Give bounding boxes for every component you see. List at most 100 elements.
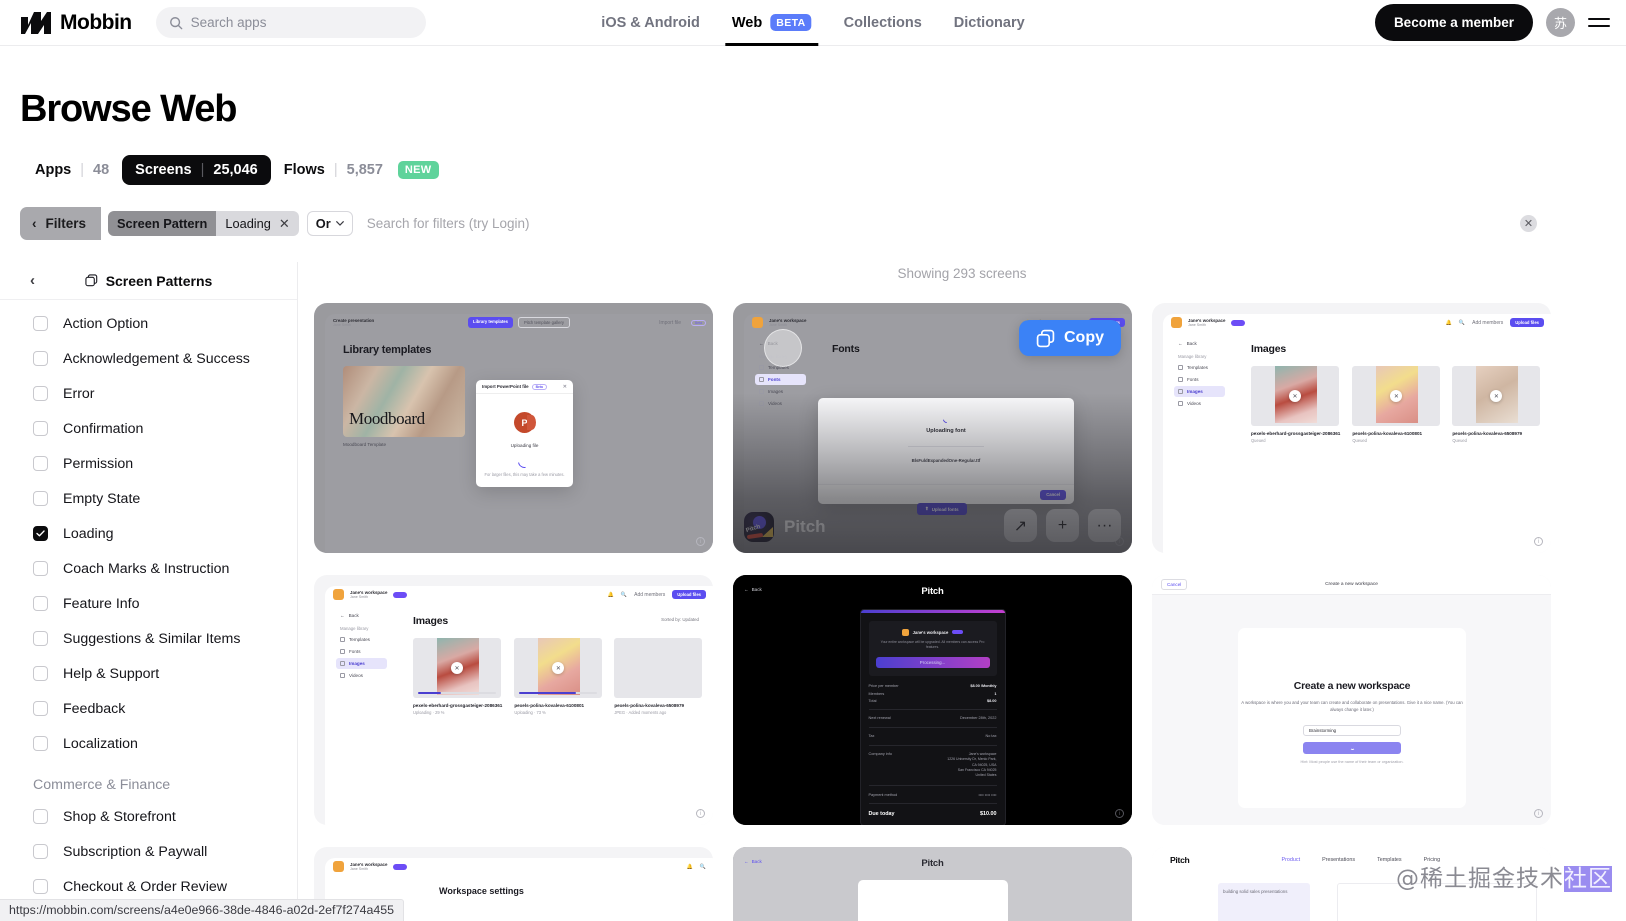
checkbox-icon[interactable] [33,491,48,506]
payment-row: Payment method •••• •••• •••• [869,791,997,798]
sidebar-item-error[interactable]: Error [0,376,297,411]
filter-chip-value[interactable]: Loading ✕ [216,211,299,236]
new-badge: NEW [397,161,439,179]
screen-card-create-workspace[interactable]: Cancel Create a new workspace Create a n… [1152,575,1551,825]
sidebar-item-label: Checkout & Order Review [63,878,228,895]
sidebar-item-loading[interactable]: Loading [0,516,297,551]
pitch-logo: Pitch [1170,855,1190,865]
nav-fonts: Fonts [336,646,387,657]
become-a-member-button[interactable]: Become a member [1374,4,1533,41]
copy-button[interactable]: Copy [1019,320,1121,356]
sidebar-item-localization[interactable]: Localization [0,726,297,761]
user-avatar[interactable]: 苏 [1546,8,1575,37]
info-icon[interactable]: i [696,537,705,546]
sidebar-item-subscription-paywall[interactable]: Subscription & Paywall [0,834,297,869]
remove-filter-icon[interactable]: ✕ [279,216,290,232]
nav-images: Images [1174,386,1225,397]
screen-card-pitch-modal[interactable]: ← Back Pitch [733,847,1132,921]
checkbox-icon[interactable] [33,736,48,751]
checkbox-icon[interactable] [33,701,48,716]
stat-tab-screens[interactable]: Screens | 25,046 [122,155,271,185]
stat-value: 5,857 [346,162,383,178]
clear-filters-icon[interactable]: ✕ [1520,215,1537,232]
row-value: •••• •••• •••• [978,792,997,797]
checkbox-icon[interactable] [33,844,48,859]
filters-toggle-button[interactable]: ‹ Filters [20,207,102,240]
screen-card-fonts-uploading[interactable]: Jane's workspace Jane Smith 🔔 🔍 Add memb… [733,303,1132,553]
screen-card-images-queued[interactable]: Jane's workspace Jane Smith 🔔 🔍 Add memb… [1152,303,1551,553]
sidebar-item-feature-info[interactable]: Feature Info [0,586,297,621]
mock-title: Pitch [921,858,944,869]
stat-tab-flows[interactable]: Flows | 5,857 NEW [271,154,452,186]
checkbox-checked-icon[interactable] [33,526,48,541]
sidebar-item-coach-marks-instruction[interactable]: Coach Marks & Instruction [0,551,297,586]
sidebar-item-help-support[interactable]: Help & Support [0,656,297,691]
mock-topbar: Jane's workspace Jane Smith 🔔 🔍 Add memb… [325,586,713,603]
checkbox-icon[interactable] [33,421,48,436]
divider [868,709,997,710]
sidebar-item-confirmation[interactable]: Confirmation [0,411,297,446]
checkbox-icon[interactable] [33,386,48,401]
plan-pill [393,863,408,870]
info-icon[interactable]: i [1534,537,1543,546]
checkbox-icon[interactable] [33,316,48,331]
upload-button: Upload files [1510,318,1544,327]
nav-label: Web [731,14,763,31]
filter-operator-select[interactable]: Or [306,211,353,236]
stat-tab-apps[interactable]: Apps | 48 [22,155,122,185]
sidebar-group-commerce-finance: Commerce & Finance [33,777,171,793]
workspace-upgrade-panel: Jane's workspace Your entire workspace w… [868,620,997,676]
checkbox-icon[interactable] [33,351,48,366]
sidebar-item-shop-storefront[interactable]: Shop & Storefront [0,799,297,834]
sidebar-item-feedback[interactable]: Feedback [0,691,297,726]
sidebar-item-acknowledgement-success[interactable]: Acknowledgement & Success [0,341,297,376]
loading-spinner-icon [1349,745,1355,751]
search-apps-input[interactable]: Search apps [155,7,426,38]
sidebar-back-icon[interactable]: ‹ [30,272,35,289]
menu-hamburger-icon[interactable] [1588,18,1610,27]
chevron-left-icon: ‹ [32,216,37,231]
watermark: @稀土掘金技术社区 [1396,859,1612,893]
nav-link-ios-android[interactable]: iOS & Android [585,0,716,46]
nav-link-collections[interactable]: Collections [828,0,938,46]
checkbox-icon[interactable] [33,809,48,824]
nav-link-web[interactable]: Web BETA [716,0,828,46]
sidebar-item-label: Shop & Storefront [63,808,176,825]
sidebar-item-action-option[interactable]: Action Option [0,306,297,341]
screen-card-images-uploading[interactable]: Jane's workspace Jane Smith 🔔 🔍 Add memb… [314,575,713,825]
sidebar-item-suggestions-similar-items[interactable]: Suggestions & Similar Items [0,621,297,656]
info-icon[interactable]: i [1534,809,1543,818]
info-icon[interactable]: i [696,809,705,818]
upload-progress-bar [519,691,598,694]
image-status: Uploading · 73 % [514,710,546,715]
checkbox-icon[interactable] [33,561,48,576]
checkbox-icon[interactable] [33,666,48,681]
sidebar-item-label: Help & Support [63,665,160,682]
nav-label: iOS & Android [601,14,700,31]
sidebar-item-label: Loading [63,525,114,542]
checkbox-icon[interactable] [33,879,48,894]
image-status: Queued [1352,438,1367,443]
nav-link-dictionary[interactable]: Dictionary [938,0,1041,46]
screenshot-preview: Create presentation Jane Smith Library t… [325,314,713,553]
image-caption: pexels-polina-kovaleva-6508979 [614,703,685,708]
screen-card-library-templates[interactable]: Create presentation Jane Smith Library t… [314,303,713,553]
checkbox-icon[interactable] [33,631,48,646]
checkbox-icon[interactable] [33,596,48,611]
nav-fonts: Fonts [1174,374,1225,385]
checkbox-icon[interactable] [33,456,48,471]
filter-search-input[interactable] [352,207,1520,240]
nav-presentations: Presentations [1322,857,1356,863]
screen-card-pitch-billing[interactable]: ← Back Pitch Jane's workspace Your entir… [733,575,1132,825]
sidebar-item-empty-state[interactable]: Empty State [0,481,297,516]
screenshot-preview: Jane's workspace Jane Smith 🔔 🔍 Add memb… [325,586,713,825]
modal-header: Import PowerPoint file Beta ✕ [476,380,573,394]
company-address: Jane's workspace 1226 University Dr, Men… [947,752,996,779]
row-key: Payment method [868,792,898,797]
screenshot-preview: Jane's workspace Jane Smith 🔔 🔍 Add memb… [1163,314,1551,553]
info-icon[interactable]: i [1115,809,1124,818]
sidebar-item-permission[interactable]: Permission [0,446,297,481]
addr-line: Jane's workspace [968,751,997,756]
close-icon[interactable]: ✕ [563,384,567,390]
brand-logo[interactable]: Mobbin [21,11,132,35]
